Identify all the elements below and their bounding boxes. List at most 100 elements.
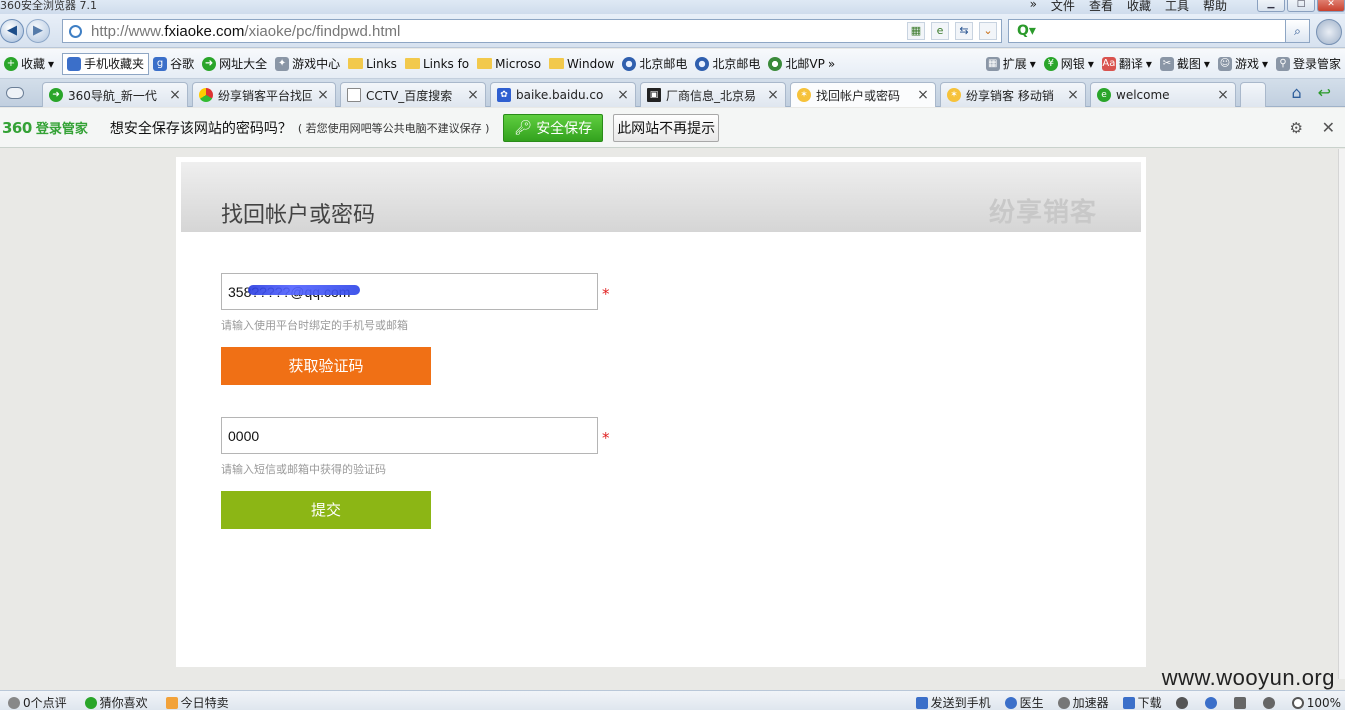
- ie-icon[interactable]: [1204, 696, 1217, 709]
- menu-view[interactable]: 查看: [1089, 0, 1113, 14]
- bookmark-mobile-favorites[interactable]: 手机收藏夹: [62, 52, 150, 75]
- mode-icon[interactable]: [1175, 696, 1188, 709]
- speaker-icon[interactable]: [1262, 696, 1275, 709]
- cloud-icon[interactable]: [6, 87, 24, 99]
- tab-vendor-info[interactable]: ▣ 厂商信息_北京易 ×: [640, 82, 786, 107]
- bank-icon: ¥: [1043, 56, 1058, 71]
- search-engine-icon[interactable]: Q▾: [1017, 23, 1036, 39]
- chrome-icon: [199, 88, 213, 102]
- tabbar-actions: ⌂ ↩: [1291, 83, 1331, 102]
- gear-icon[interactable]: ⚙: [1290, 119, 1303, 137]
- accelerator[interactable]: 加速器: [1057, 694, 1109, 710]
- tab-close-icon[interactable]: ×: [169, 87, 181, 103]
- user-avatar-icon[interactable]: [1316, 19, 1342, 45]
- tab-360-nav[interactable]: ➜ 360导航_新一代 ×: [42, 82, 188, 107]
- tab-bar: ➜ 360导航_新一代 × 纷享销客平台找回 × CCTV_百度搜索 × ✿ baike.…: [0, 79, 1345, 107]
- maximize-icon[interactable]: □: [1287, 0, 1315, 12]
- minimize-icon[interactable]: ▁: [1257, 0, 1285, 12]
- tab-fxiaoke-mobile[interactable]: ✶ 纷享销客 移动销 ×: [940, 82, 1086, 107]
- forward-arrow-icon[interactable]: ▶: [26, 19, 50, 43]
- window-title: 360安全浏览器 7.1: [0, 0, 97, 12]
- close-window-icon[interactable]: ✕: [1317, 0, 1345, 12]
- comment-icon: [8, 697, 20, 709]
- never-prompt-button[interactable]: 此网站不再提示: [613, 113, 720, 142]
- new-tab-button[interactable]: [1240, 82, 1266, 107]
- close-icon[interactable]: ✕: [1322, 118, 1335, 137]
- tab-close-icon[interactable]: ×: [1067, 87, 1079, 103]
- login-manager-button[interactable]: ⚲ 登录管家: [1272, 55, 1345, 72]
- today-deals[interactable]: 今日特卖: [165, 694, 229, 710]
- tab-close-icon[interactable]: ×: [317, 87, 329, 103]
- tab-close-icon[interactable]: ×: [1217, 87, 1229, 103]
- tab-close-icon[interactable]: ×: [917, 87, 929, 103]
- window-icon[interactable]: [1233, 696, 1246, 709]
- guess-you-like[interactable]: 猜你喜欢: [84, 694, 148, 710]
- menu-help[interactable]: 帮助: [1203, 0, 1227, 14]
- menu-favorites[interactable]: 收藏: [1127, 0, 1151, 14]
- refresh-icon[interactable]: ⇆: [955, 22, 973, 40]
- verification-code-input[interactable]: [221, 417, 598, 454]
- status-right: 发送到手机 医生 加速器 下载 100%: [915, 694, 1341, 710]
- submit-button[interactable]: 提交: [221, 491, 431, 529]
- code-help-text: 请输入短信或邮箱中获得的验证码: [221, 463, 386, 476]
- bookmark-links-fo[interactable]: Links fo: [401, 57, 473, 71]
- bookmark-microso[interactable]: Microso: [473, 57, 545, 71]
- bookmark-window[interactable]: Window: [545, 57, 618, 71]
- zoom-level[interactable]: 100%: [1291, 696, 1341, 710]
- bookmark-game-center[interactable]: ✦ 游戏中心: [271, 55, 344, 72]
- home-icon[interactable]: ⌂: [1291, 83, 1301, 102]
- bookmark-google[interactable]: g 谷歌: [149, 55, 198, 72]
- tab-findpwd-active[interactable]: ✶ 找回帐户或密码 ×: [790, 82, 936, 107]
- bookmark-site-nav[interactable]: ➜ 网址大全: [198, 55, 271, 72]
- url-text: http://www.fxiaoke.com/xiaoke/pc/findpwd…: [91, 23, 401, 40]
- back-arrow-icon[interactable]: ◀: [0, 19, 24, 43]
- card-header: 找回帐户或密码 纷享销客: [181, 162, 1141, 232]
- online-bank-button[interactable]: ¥ 网银 ▾: [1040, 55, 1098, 72]
- downloads[interactable]: 下载: [1122, 694, 1162, 710]
- address-bar: ◀ ▶ http://www.fxiaoke.com/xiaoke/pc/fin…: [0, 14, 1345, 48]
- tab-baike-baidu[interactable]: ✿ baike.baidu.co ×: [490, 82, 636, 107]
- qr-code-icon[interactable]: ▦: [907, 22, 925, 40]
- bookmark-links[interactable]: Links: [344, 57, 401, 71]
- tab-welcome[interactable]: e welcome ×: [1090, 82, 1236, 107]
- menu-file[interactable]: 文件: [1051, 0, 1075, 14]
- browser-mode-icon[interactable]: e: [931, 22, 949, 40]
- account-help-text: 请输入使用平台时绑定的手机号或邮箱: [221, 319, 408, 332]
- extensions-button[interactable]: ▦ 扩展 ▾: [982, 55, 1040, 72]
- folder-icon: [477, 58, 493, 69]
- tab-cctv-baidu[interactable]: CCTV_百度搜索 ×: [340, 82, 486, 107]
- safe-save-button[interactable]: 🔑︎ 安全保存: [503, 113, 604, 142]
- folder-icon: [348, 58, 364, 69]
- browser-doctor[interactable]: 医生: [1004, 694, 1044, 710]
- gift-icon: [165, 697, 178, 709]
- bookmarks-bar: + 收藏 ▾ 手机收藏夹 g 谷歌 ➜ 网址大全 ✦ 游戏中心 Links Links f…: [0, 49, 1345, 79]
- send-to-phone[interactable]: 发送到手机: [915, 694, 991, 710]
- scrollbar[interactable]: [1338, 149, 1345, 679]
- bookmark-bupt-2[interactable]: 北京邮电: [691, 55, 764, 72]
- translate-button[interactable]: Aa 翻译 ▾: [1098, 55, 1156, 72]
- menu-more[interactable]: »: [1030, 0, 1037, 14]
- search-icon[interactable]: ⌕: [1285, 20, 1309, 42]
- bookmark-favorites[interactable]: + 收藏 ▾: [0, 55, 58, 72]
- tab-close-icon[interactable]: ×: [767, 87, 779, 103]
- title-bar: 360安全浏览器 7.1 » 文件 查看 收藏 工具 帮助 ▁ □ ✕: [0, 0, 1345, 14]
- url-input[interactable]: http://www.fxiaoke.com/xiaoke/pc/findpwd…: [62, 19, 1002, 43]
- search-input[interactable]: Q▾ ⌕: [1008, 19, 1310, 43]
- bookmark-bupt-vpn[interactable]: 北邮VP»: [764, 55, 839, 72]
- get-code-button[interactable]: 获取验证码: [221, 347, 431, 385]
- comments-status[interactable]: 0个点评: [8, 694, 67, 710]
- key-icon: ⚲: [1275, 56, 1290, 71]
- toolbar-right: ▦ 扩展 ▾ ¥ 网银 ▾ Aa 翻译 ▾ ✂ 截图 ▾ ☺ 游戏 ▾ ⚲ 登录管家: [982, 55, 1345, 72]
- tab-fxiaoke-findpwd[interactable]: 纷享销客平台找回 ×: [192, 82, 336, 107]
- star-add-icon: +: [4, 56, 18, 71]
- games-button[interactable]: ☺ 游戏 ▾: [1214, 55, 1272, 72]
- dropdown-chevron-icon[interactable]: ⌄: [979, 22, 997, 40]
- screenshot-button[interactable]: ✂ 截图 ▾: [1156, 55, 1214, 72]
- tab-close-icon[interactable]: ×: [467, 87, 479, 103]
- menu-tools[interactable]: 工具: [1165, 0, 1189, 14]
- tab-close-icon[interactable]: ×: [617, 87, 629, 103]
- heart-icon: [84, 697, 97, 709]
- ie-icon: [768, 56, 783, 71]
- undo-close-icon[interactable]: ↩: [1318, 83, 1331, 102]
- bookmark-bupt-1[interactable]: 北京邮电: [618, 55, 691, 72]
